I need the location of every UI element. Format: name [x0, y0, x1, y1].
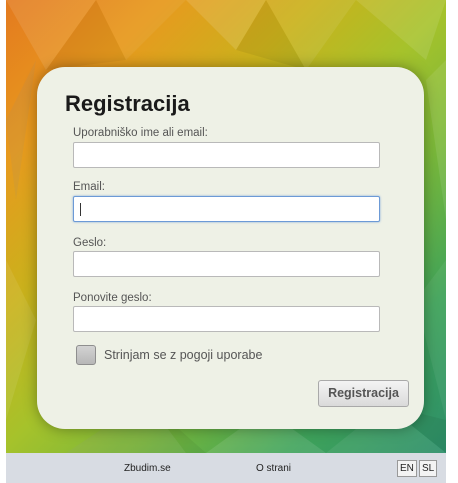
terms-label[interactable]: Strinjam se z pogoji uporabe	[104, 348, 262, 362]
footer-about-link[interactable]: O strani	[256, 463, 291, 474]
form-title: Registracija	[65, 91, 190, 116]
password-label: Geslo:	[73, 237, 107, 249]
language-en-button[interactable]: EN	[397, 460, 417, 477]
register-button[interactable]: Registracija	[318, 380, 409, 407]
username-email-input[interactable]	[73, 142, 380, 168]
footer-home-link[interactable]: Zbudim.se	[124, 463, 171, 474]
terms-checkbox[interactable]	[76, 345, 96, 365]
registration-card: Registracija Uporabniško ime ali email: …	[37, 67, 424, 429]
footer-bar: Zbudim.se O strani EN SL	[6, 453, 446, 483]
language-sl-button[interactable]: SL	[419, 460, 438, 477]
username-email-label: Uporabniško ime ali email:	[73, 127, 208, 139]
text-caret	[80, 203, 81, 216]
repeat-password-input[interactable]	[73, 306, 380, 332]
password-input[interactable]	[73, 251, 380, 277]
app-window: Registracija Uporabniško ime ali email: …	[6, 0, 446, 483]
repeat-password-label: Ponovite geslo:	[73, 292, 152, 304]
email-input[interactable]	[73, 196, 380, 222]
email-label: Email:	[73, 181, 105, 193]
